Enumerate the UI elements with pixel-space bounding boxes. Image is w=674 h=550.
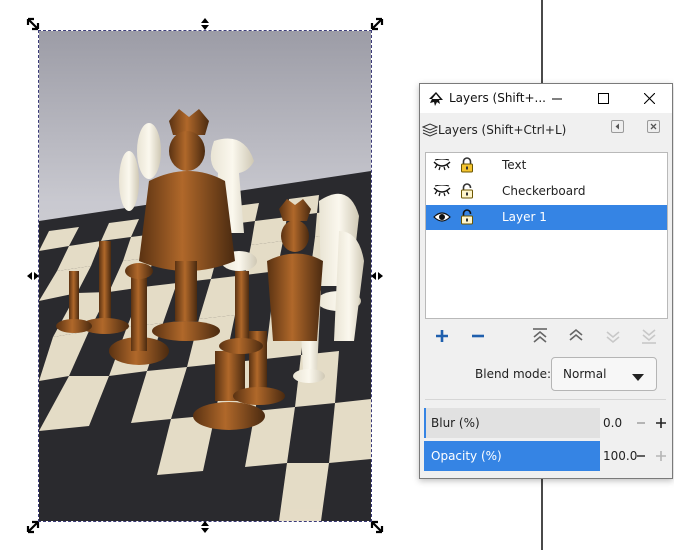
blur-slider[interactable]: Blur (%) — [424, 408, 600, 438]
layer-list: Text Checkerboard Layer 1 — [425, 152, 668, 319]
add-layer-button[interactable] — [432, 326, 452, 346]
opacity-slider[interactable]: Opacity (%) — [424, 441, 600, 471]
blur-row: Blur (%) 0.0 — [424, 408, 672, 438]
opacity-label: Opacity (%) — [431, 449, 502, 463]
raise-layer-button[interactable] — [566, 326, 586, 346]
resize-handle-left[interactable] — [26, 269, 40, 283]
blur-decrement-button[interactable] — [634, 416, 648, 430]
resize-handle-top-right[interactable] — [370, 17, 384, 31]
resize-handle-top-left[interactable] — [26, 17, 40, 31]
minimize-button[interactable] — [534, 84, 580, 113]
layers-dialog: Layers (Shift+... Layers (Shift+Ctrl+L) — [419, 83, 673, 479]
blend-mode-value: Normal — [563, 367, 607, 381]
layer-row-checkerboard[interactable]: Checkerboard — [426, 179, 667, 204]
remove-layer-button[interactable] — [468, 326, 488, 346]
layer-row-text[interactable]: Text — [426, 153, 667, 178]
chevron-down-icon — [632, 370, 644, 384]
opacity-row: Opacity (%) 100.0 — [424, 441, 672, 471]
layers-icon — [421, 123, 439, 140]
blur-value[interactable]: 0.0 — [603, 416, 622, 430]
tab-label: Layers (Shift+Ctrl+L) — [438, 123, 567, 137]
chess-photo — [39, 31, 371, 521]
close-button[interactable] — [626, 84, 672, 113]
opacity-value[interactable]: 100.0 — [603, 449, 637, 463]
resize-handle-right[interactable] — [370, 269, 384, 283]
maximize-button[interactable] — [580, 84, 626, 113]
blend-mode-label: Blend mode: — [475, 367, 552, 381]
layer-name: Checkerboard — [502, 184, 586, 198]
lower-to-bottom-button[interactable] — [639, 326, 659, 346]
eye-closed-icon[interactable] — [433, 158, 451, 174]
opacity-increment-button[interactable] — [654, 449, 668, 463]
chess-image[interactable] — [38, 30, 372, 522]
blur-increment-button[interactable] — [654, 416, 668, 430]
lock-open-icon[interactable] — [460, 209, 474, 228]
blur-label: Blur (%) — [431, 416, 480, 430]
eye-open-icon[interactable] — [433, 211, 451, 226]
inkscape-icon — [428, 91, 444, 110]
lock-open-icon[interactable] — [460, 183, 474, 202]
tab-close-button[interactable] — [647, 120, 660, 133]
layer-name: Layer 1 — [502, 210, 547, 224]
dialog-titlebar[interactable]: Layers (Shift+... — [420, 84, 672, 113]
eye-closed-icon[interactable] — [433, 184, 451, 200]
divider — [425, 399, 666, 400]
layer-row-layer-1[interactable]: Layer 1 — [426, 205, 667, 230]
dialog-tab[interactable]: Layers (Shift+Ctrl+L) — [420, 113, 672, 145]
opacity-decrement-button[interactable] — [634, 449, 648, 463]
lower-layer-button[interactable] — [603, 326, 623, 346]
blend-mode-dropdown[interactable]: Normal — [551, 357, 657, 391]
layer-name: Text — [502, 158, 527, 172]
resize-handle-bottom[interactable] — [198, 520, 212, 534]
resize-handle-bottom-right[interactable] — [370, 520, 384, 534]
resize-handle-bottom-left[interactable] — [26, 520, 40, 534]
raise-to-top-button[interactable] — [530, 326, 550, 346]
lock-closed-icon[interactable] — [460, 157, 474, 176]
tab-menu-button[interactable] — [611, 120, 624, 133]
resize-handle-top[interactable] — [198, 17, 212, 31]
